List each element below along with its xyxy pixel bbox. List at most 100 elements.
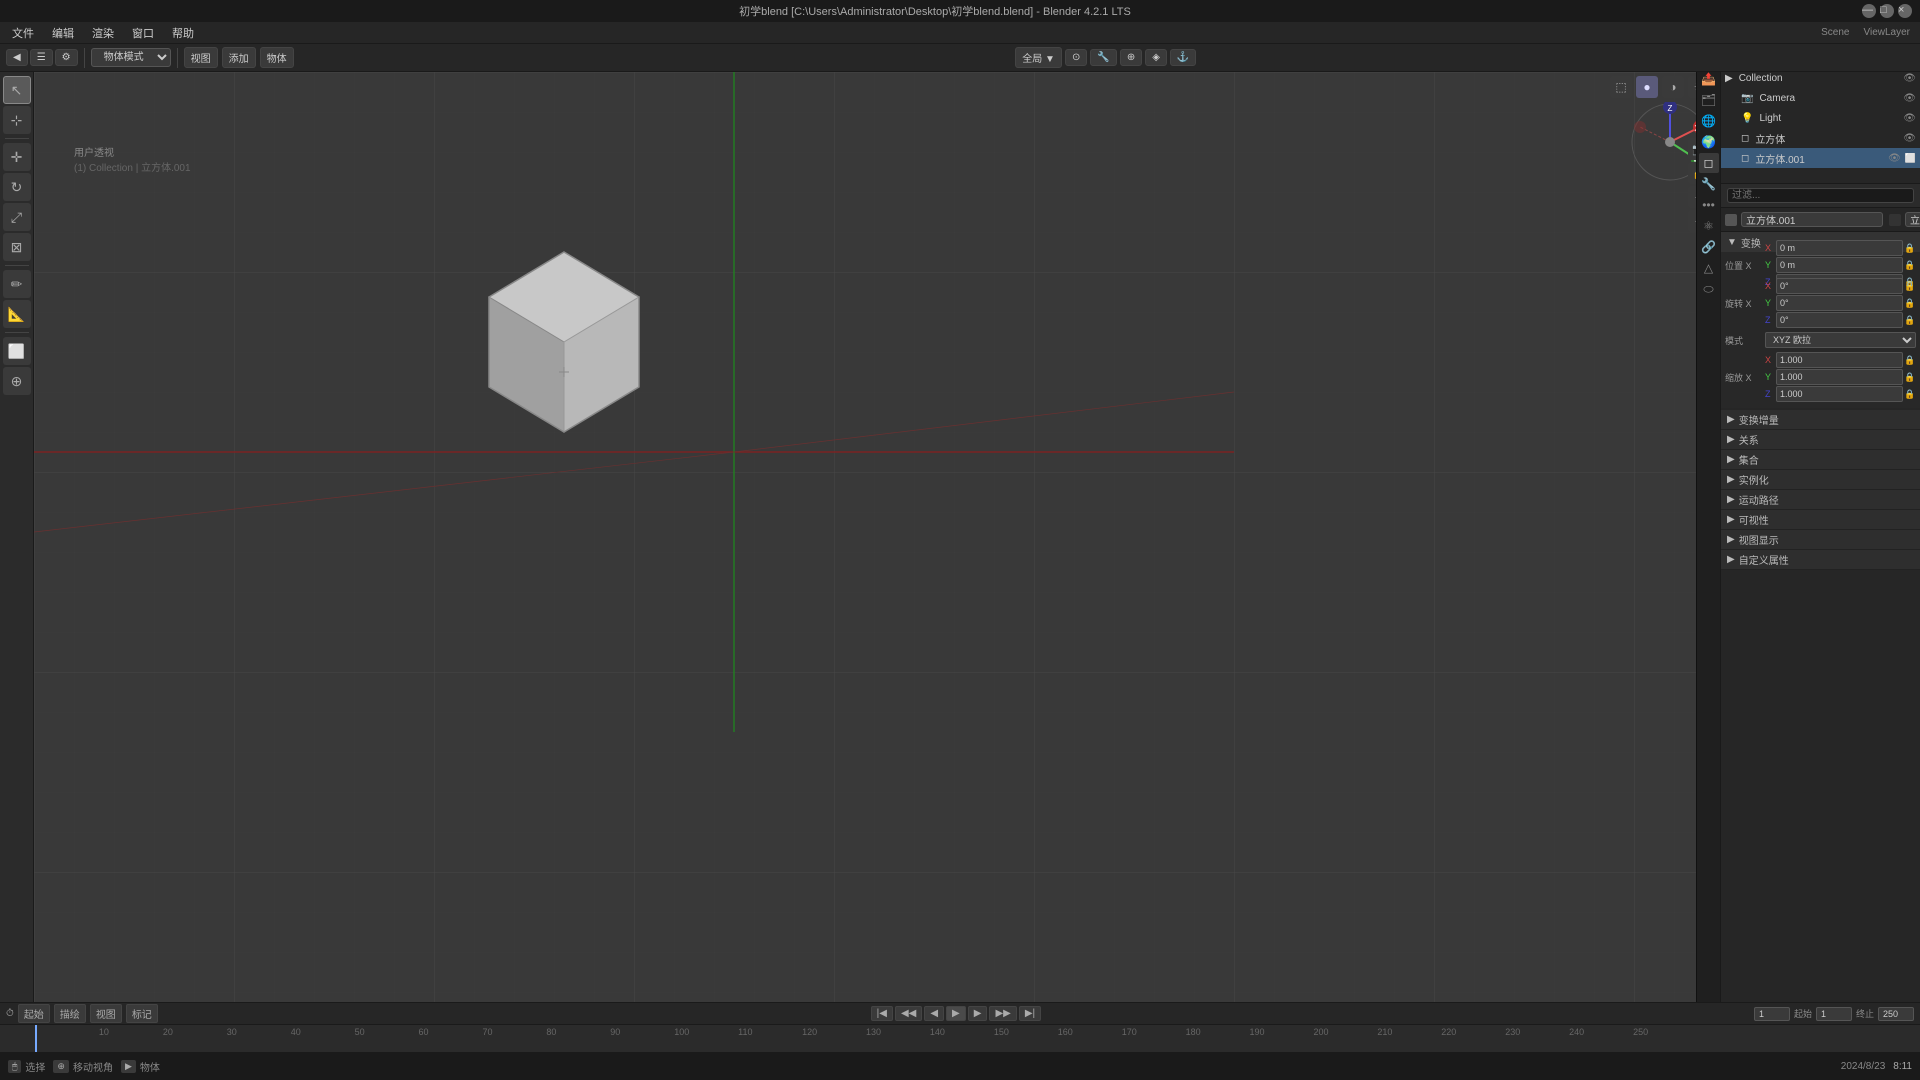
loc-y-lock[interactable]: 🔒 [1904,259,1916,271]
play-btn[interactable]: ▶ [946,1006,966,1021]
rot-y-lock[interactable]: 🔒 [1904,297,1916,309]
timeline-view-btn[interactable]: 起始 [18,1004,50,1023]
light-visibility[interactable]: 👁 [1903,113,1916,124]
timeline-playback-btn[interactable]: 标记 [126,1004,158,1023]
tool-move[interactable]: ✛ [3,143,31,171]
tool-annotate[interactable]: ✏ [3,270,31,298]
cube001-visibility[interactable]: 👁 [1888,153,1901,164]
next-keyframe-btn[interactable]: ▶▶ [989,1006,1016,1021]
viewport-3d[interactable]: 用户透视 (1) Collection | 立方体.001 ⬚ ● ◑ ☀ [34,72,1720,1002]
outliner-item-cube[interactable]: ◻ 立方体 👁 [1721,128,1920,148]
sc-y-lock[interactable]: 🔒 [1904,371,1916,383]
instancing-section[interactable]: ▶ 实例化 [1721,470,1920,490]
rot-z-lock[interactable]: 🔒 [1904,314,1916,326]
tool-measure[interactable]: 📐 [3,300,31,328]
cube001-restrict-icon[interactable]: ⬜ [1905,153,1916,164]
tool-scale[interactable]: ⤢ [3,203,31,231]
prop-icon-object[interactable]: ◻ [1699,153,1719,173]
sc-z-lock[interactable]: 🔒 [1904,388,1916,400]
collections-section[interactable]: ▶ 集合 [1721,450,1920,470]
extra1[interactable]: ◈ [1145,49,1167,66]
loc-y-input[interactable] [1776,257,1903,273]
sc-x-input[interactable] [1776,352,1903,368]
loc-x-input[interactable] [1776,240,1903,256]
outliner-visibility-toggle[interactable]: 👁 [1903,73,1916,84]
menu-render[interactable]: 渲染 [84,23,122,43]
transform-delta-section[interactable]: ▶ 变换增量 [1721,410,1920,430]
prev-frame-btn[interactable]: ◀ [924,1006,944,1021]
cube-visibility[interactable]: 👁 [1903,133,1916,144]
menu-help[interactable]: 帮助 [164,23,202,43]
prop-search-input[interactable] [1727,188,1914,203]
motion-path-section[interactable]: ▶ 运动路径 [1721,490,1920,510]
object-mode-selector[interactable]: 物体模式 [91,48,171,67]
current-frame-input[interactable] [1754,1007,1790,1021]
tool-rotate[interactable]: ↻ [3,173,31,201]
jump-start-btn[interactable]: |◀ [871,1006,893,1021]
view-menu-btn[interactable]: 视图 [184,47,218,68]
end-frame-input[interactable] [1878,1007,1914,1021]
prop-icon-scene[interactable]: 🌐 [1699,111,1719,131]
wireframe-btn[interactable]: ⬚ [1610,76,1632,98]
global-select[interactable]: 全局 ▼ [1015,47,1062,68]
next-frame-btn[interactable]: ▶ [968,1006,988,1021]
loc-x-lock[interactable]: 🔒 [1904,242,1916,254]
sc-y-input[interactable] [1776,369,1903,385]
outliner-item-camera[interactable]: 📷 Camera 👁 [1721,88,1920,108]
transform-pivot[interactable]: ⊕ [1120,49,1142,66]
tool-select[interactable]: ↖ [3,76,31,104]
rot-x-input[interactable] [1776,278,1903,294]
prop-icon-world[interactable]: 🌍 [1699,132,1719,152]
start-frame-input[interactable] [1816,1007,1852,1021]
toggle-sidebar-btn[interactable]: ◀ [6,49,28,66]
custom-props-section[interactable]: ▶ 自定义属性 [1721,550,1920,570]
relations-section[interactable]: ▶ 关系 [1721,430,1920,450]
prop-icon-view-layer[interactable]: 🗂 [1699,90,1719,110]
prop-icon-data[interactable]: △ [1699,258,1719,278]
outliner-item-light[interactable]: 💡 Light 👁 [1721,108,1920,128]
maximize-button[interactable]: □ [1880,4,1894,18]
close-button[interactable]: × [1898,4,1912,18]
rot-x-lock[interactable]: 🔒 [1904,280,1916,292]
timeline-edit-btn[interactable]: 描绘 [54,1004,86,1023]
minimize-button[interactable]: — [1862,4,1876,18]
rot-z-input[interactable] [1776,312,1903,328]
prop-icon-physics[interactable]: ⚛ [1699,216,1719,236]
add-menu-btn[interactable]: 添加 [222,47,256,68]
prop-icon-particles[interactable]: ••• [1699,195,1719,215]
menu-window[interactable]: 窗口 [124,23,162,43]
tool-transform[interactable]: ⊠ [3,233,31,261]
sc-z-input[interactable] [1776,386,1903,402]
cam-visibility[interactable]: 👁 [1903,93,1916,104]
sc-x-lock[interactable]: 🔒 [1904,354,1916,366]
timeline-playhead[interactable] [35,1025,37,1053]
prop-icon-output[interactable]: 📤 [1699,69,1719,89]
tool-add-cube[interactable]: ⬜ [3,337,31,365]
solid-btn[interactable]: ● [1636,76,1658,98]
obj-name-field[interactable] [1741,212,1883,227]
menu-file[interactable]: 文件 [4,23,42,43]
viewport-display-section[interactable]: ▶ 视图显示 [1721,530,1920,550]
rot-mode-select[interactable]: XYZ 欧拉 [1765,332,1916,348]
extra2[interactable]: ⚓ [1170,49,1196,66]
outliner-item-cube001[interactable]: ◻ 立方体.001 👁 ⬜ [1721,148,1920,168]
prop-icon-constraints[interactable]: 🔗 [1699,237,1719,257]
snap-btn[interactable]: 🔧 [1090,49,1116,66]
mesh-name-field[interactable] [1905,212,1920,227]
tool-add-object[interactable]: ⊕ [3,367,31,395]
timeline-marker-btn[interactable]: 视图 [90,1004,122,1023]
material-btn[interactable]: ◑ [1662,76,1684,98]
prop-icon-modifier[interactable]: 🔧 [1699,174,1719,194]
object-menu-btn[interactable]: 物体 [260,47,294,68]
menu-edit[interactable]: 编辑 [44,23,82,43]
toggle-header-btn[interactable]: ☰ [30,49,53,66]
proportional-edit[interactable]: ⊙ [1065,49,1087,66]
prev-keyframe-btn[interactable]: ◀◀ [895,1006,922,1021]
prop-icon-material[interactable]: ⬭ [1699,279,1719,299]
jump-end-btn[interactable]: ▶| [1019,1006,1041,1021]
rot-y-input[interactable] [1776,295,1903,311]
visibility-section[interactable]: ▶ 可视性 [1721,510,1920,530]
tool-cursor[interactable]: ⊹ [3,106,31,134]
timeline-ruler[interactable]: 1020304050607080901001101201301401501601… [0,1025,1920,1053]
toggle-toolbar-btn[interactable]: ⚙ [55,49,78,66]
